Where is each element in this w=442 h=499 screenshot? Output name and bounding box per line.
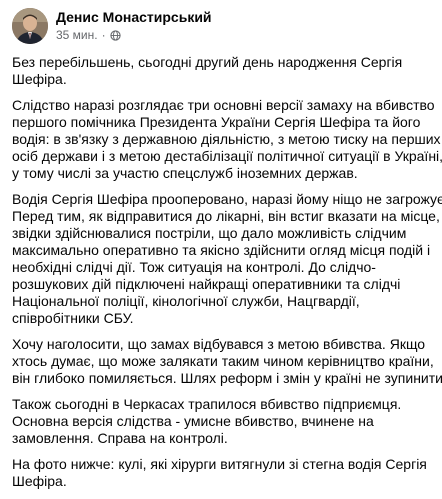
post-text-line: Шефіра. bbox=[12, 473, 67, 489]
post-text-line: звідки здійснювалися постріли, що дало м… bbox=[12, 225, 407, 241]
post-text-line: водія: в зв'язку з державною діяльністю,… bbox=[12, 131, 441, 147]
facebook-post: Денис Монастирський 35 мин. · Без перебі… bbox=[0, 0, 442, 489]
post-text-line: співробітники СБУ. bbox=[12, 310, 134, 326]
author-avatar[interactable] bbox=[12, 8, 48, 44]
globe-icon[interactable] bbox=[109, 30, 121, 41]
post-text-line: він глибоко помиляється. Шлях реформ і з… bbox=[12, 370, 442, 386]
post-text-line: хтось думає, що може залякати таким чино… bbox=[12, 353, 434, 369]
post-text-line: замовлення. Справа на контролі. bbox=[12, 430, 228, 446]
post-text-line: Національної поліції, кінологічної служб… bbox=[12, 293, 360, 309]
post-text-line: Водія Сергія Шефіра прооперовано, наразі… bbox=[12, 191, 442, 207]
meta-separator: · bbox=[101, 28, 106, 42]
avatar-portrait-image bbox=[12, 8, 48, 44]
post-text-line: необхідні слідчі дії. Тож ситуація на ко… bbox=[12, 259, 376, 275]
post-meta: 35 мин. · bbox=[56, 28, 121, 43]
post-text-line: Основна версія слідства - умисне вбивств… bbox=[12, 413, 374, 429]
post-text-line: максимально оперативно та якісно здійсни… bbox=[12, 242, 431, 258]
post-paragraph: На фото нижче: кулі, які хірурги витягну… bbox=[12, 456, 436, 490]
post-paragraph: Хочу наголосити, що замах відбувався з м… bbox=[12, 336, 442, 387]
post-text-line: Перед тим, як відправитися до лікарні, в… bbox=[12, 208, 440, 224]
post-body: Без перебільшень, сьогодні другий день н… bbox=[12, 54, 442, 499]
post-paragraph: Без перебільшень, сьогодні другий день н… bbox=[12, 54, 436, 88]
post-text-line: першого помічника Президента України Сер… bbox=[12, 114, 421, 130]
post-timestamp[interactable]: 35 мин. bbox=[56, 28, 98, 43]
post-text-line: осіб держави і з метою дестабілізації по… bbox=[12, 148, 442, 164]
post-header: Денис Монастирський 35 мин. · bbox=[12, 8, 432, 46]
post-text-line: Хочу наголосити, що замах відбувався з м… bbox=[12, 336, 426, 352]
post-paragraph: Водія Сергія Шефіра прооперовано, наразі… bbox=[12, 191, 442, 327]
post-text-line: На фото нижче: кулі, які хірурги витягну… bbox=[12, 456, 427, 472]
post-text-line: розшукових дій підключені найкращі опера… bbox=[12, 276, 401, 292]
post-text-line: Слідство наразі розглядає три основні ве… bbox=[12, 97, 435, 113]
post-text-line: Також сьогодні в Черкасах трапилося вбив… bbox=[12, 396, 402, 412]
post-paragraph: Слідство наразі розглядає три основні ве… bbox=[12, 97, 442, 182]
post-paragraph: Також сьогодні в Черкасах трапилося вбив… bbox=[12, 396, 436, 447]
post-text-line: Шефіра. bbox=[12, 71, 67, 87]
post-text-line: Без перебільшень, сьогодні другий день н… bbox=[12, 54, 403, 70]
author-name[interactable]: Денис Монастирський bbox=[56, 9, 212, 26]
post-text-line: у тому числі за участю спецслужб іноземн… bbox=[12, 165, 358, 181]
